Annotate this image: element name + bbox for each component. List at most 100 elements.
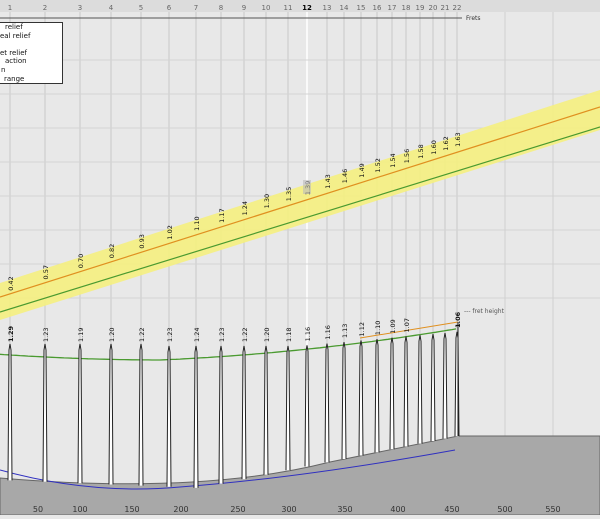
fret-wire [417,335,423,444]
fret-number: 2 [43,4,47,12]
fret-height-value: 1.06 [454,311,462,328]
fret-number: 12 [302,4,312,12]
fret-wire [218,345,224,484]
fret-number: 6 [167,4,172,12]
frets-label: Frets [466,15,481,22]
relief-value: 1.63 [454,132,462,146]
fret-number: 14 [340,4,349,12]
fret-height-label: --- fret height [464,308,505,315]
legend-item: relief [5,23,23,31]
x-axis-label: 50 [33,505,43,514]
fret-height-value: 1.24 [193,328,201,342]
fret-wire [442,332,448,439]
x-axis-label: 350 [337,505,352,514]
x-axis-label: 300 [281,505,296,514]
fret-number: 19 [416,4,425,12]
x-axis-label: 200 [173,505,188,514]
fret-wire [341,341,347,459]
fret-wire [285,345,291,471]
relief-value: 1.62 [442,136,450,150]
legend-item: eal relief [0,31,31,40]
fret-number: 18 [402,4,411,12]
fret-wire [358,340,364,456]
relief-value: 0.82 [108,244,116,258]
fret-number: 22 [453,4,462,12]
fret-height-value: 1.23 [42,328,50,342]
fret-height-value: 1.20 [108,328,116,342]
relief-value: 1.17 [218,208,226,222]
fret-relief-chart: 1 2 3 4 5 6 7 8 9 10 11 12 13 14 15 16 17 18 19 20 21 22Frets… [0,0,600,516]
x-axis-label: 100 [72,505,87,514]
x-axis-label: 500 [497,505,512,514]
fret-number: 3 [78,4,82,12]
fret-number: 7 [194,4,198,12]
relief-value: 1.60 [430,140,438,154]
fret-number: 10 [262,4,271,12]
fret-height-value: 1.29 [7,325,15,342]
fret-wire [374,338,380,453]
relief-value: 1.52 [374,158,382,172]
legend-item: range [4,74,25,83]
fretboard-view: 1 2 3 4 5 6 7 8 9 10 11 12 13 14 15 16 17 18 19 20 21 22 Frets… [0,0,600,516]
fret-height-value: 1.07 [403,318,411,332]
relief-value: 1.58 [417,144,425,158]
x-axis-label: 150 [124,505,139,514]
legend: relief eal relief et relief action n ran… [0,22,63,84]
fret-height-value: 1.18 [285,328,293,342]
fret-number: 1 [8,4,12,12]
fret-height-value: 1.19 [77,328,85,342]
fret-height-value: 1.12 [358,322,366,336]
fret-wire [108,343,114,485]
fret-number: 4 [109,4,114,12]
relief-value: 1.43 [324,174,332,188]
fret-number: 17 [388,4,397,12]
relief-value: 0.70 [77,254,85,268]
fret-wire [430,333,436,442]
fret-wire [7,343,13,481]
fret-number: 13 [323,4,332,12]
legend-item: n [1,65,6,74]
relief-value: 1.49 [358,163,366,177]
fret-wire [241,345,247,480]
relief-value: 1.24 [241,201,249,215]
relief-value: 1.54 [389,153,397,167]
fret-height-value: 1.09 [389,319,397,333]
relief-value: 1.30 [263,194,271,208]
fret-number: 21 [441,4,450,12]
fret-number: 15 [357,4,366,12]
relief-value: 0.57 [42,265,50,279]
fret-number: 11 [284,4,293,12]
x-axis-label: 550 [545,505,560,514]
fret-number: 9 [242,4,246,12]
relief-value: 0.42 [7,276,15,290]
fret-number: 20 [429,4,438,12]
header-bar [0,0,600,12]
fret-height-value: 1.22 [138,328,146,342]
fret-number: 16 [373,4,382,12]
highlight-marker [303,180,311,194]
legend-item [0,40,62,49]
fret-height-value: 1.16 [324,325,332,339]
fret-height-value: 1.22 [241,328,249,342]
fret-wire [403,336,409,447]
relief-value: 1.35 [285,187,293,201]
fret-height-value: 1.23 [166,328,174,342]
fret-wire [324,343,330,463]
relief-value: 1.10 [193,216,201,230]
legend-item: action [5,57,27,66]
fret-wire [42,343,48,482]
fret-wire [389,337,395,450]
fret-height-value: 1.20 [263,328,271,342]
relief-value: 0.93 [138,234,146,248]
fret-height-value: 1.23 [218,328,226,342]
relief-value: 1.46 [341,169,349,183]
legend-item: et relief [0,48,27,57]
x-axis-label: 450 [444,505,459,514]
x-axis-label: 400 [390,505,405,514]
fret-wire [138,343,144,486]
fret-number: 5 [139,4,143,12]
fret-number: 8 [219,4,223,12]
fret-wire [304,345,310,467]
relief-value: 1.02 [166,225,174,239]
fret-height-value: 1.10 [374,321,382,335]
